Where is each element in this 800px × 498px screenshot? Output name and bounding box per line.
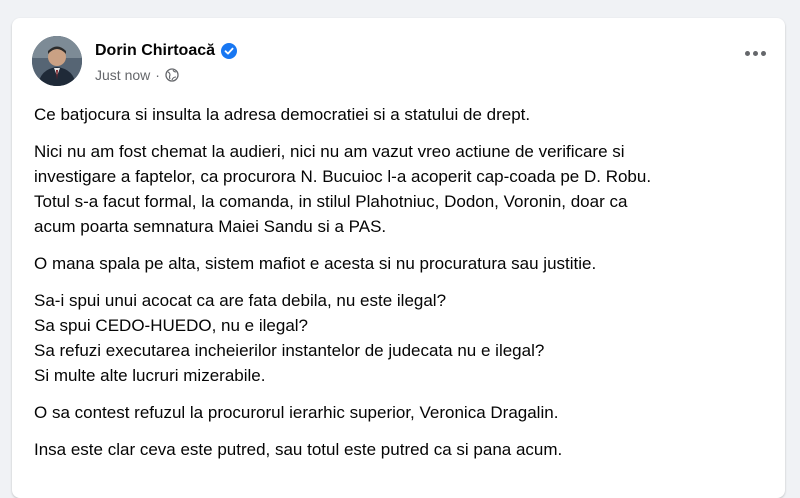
post-body: Ce batjocura si insulta la adresa democr… bbox=[34, 102, 774, 474]
globe-icon[interactable] bbox=[165, 68, 179, 82]
dot-icon bbox=[752, 50, 758, 56]
post-card: Dorin Chirtoacă Just now · Ce batjocura … bbox=[12, 18, 785, 498]
post-paragraph: O mana spala pe alta, sistem mafiot e ac… bbox=[34, 254, 597, 273]
author-avatar[interactable] bbox=[32, 36, 82, 86]
post-paragraph: Ce batjocura si insulta la adresa democr… bbox=[34, 105, 531, 124]
meta-separator: · bbox=[155, 67, 160, 83]
more-options-icon[interactable] bbox=[737, 38, 773, 68]
post-meta: Just now · bbox=[95, 67, 179, 83]
post-paragraph: Nici nu am fost chemat la audieri, nici … bbox=[34, 142, 652, 236]
author-name[interactable]: Dorin Chirtoacă bbox=[95, 42, 215, 60]
post-timestamp[interactable]: Just now bbox=[95, 67, 150, 83]
author-name-link[interactable]: Dorin Chirtoacă bbox=[95, 42, 238, 60]
verified-badge-icon bbox=[221, 43, 238, 59]
post-paragraph: Sa-i spui unui acocat ca are fata debila… bbox=[34, 291, 545, 385]
post-header: Dorin Chirtoacă Just now · bbox=[32, 36, 772, 86]
post-paragraph: Insa este clar ceva este putred, sau tot… bbox=[34, 440, 563, 459]
post-paragraph: O sa contest refuzul la procurorul ierar… bbox=[34, 403, 559, 422]
dot-icon bbox=[760, 50, 766, 56]
dot-icon bbox=[744, 50, 750, 56]
